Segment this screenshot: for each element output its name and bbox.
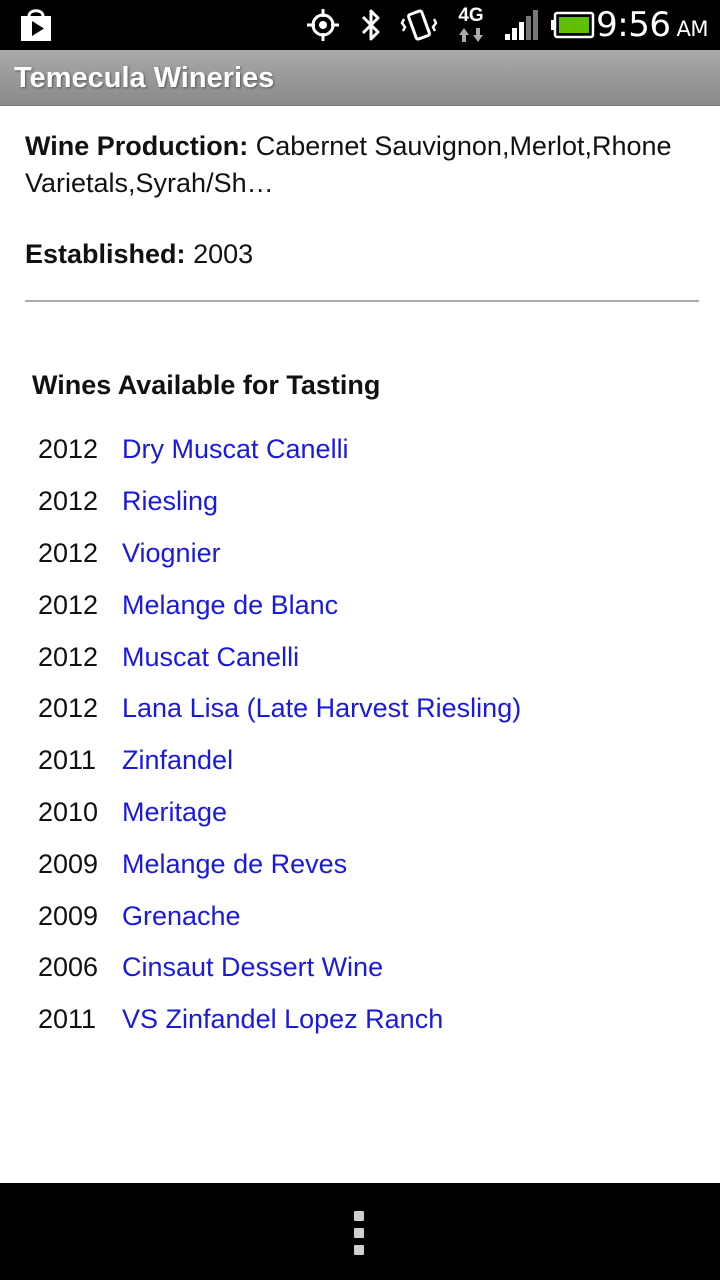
wine-item: 2012 Viognier — [38, 528, 521, 580]
overflow-menu-icon[interactable] — [354, 1211, 366, 1255]
wine-item: 2012 Riesling — [38, 476, 521, 528]
title-bar: Temecula Wineries — [0, 50, 720, 106]
wine-year: 2009 — [38, 900, 99, 931]
wine-link[interactable]: Dry Muscat Canelli — [122, 434, 349, 465]
wine-link[interactable]: Riesling — [122, 486, 218, 517]
wine-year: 2011 — [38, 745, 97, 776]
network-4g-icon: 4G — [452, 0, 490, 50]
wine-link[interactable]: Cinsaut Dessert Wine — [122, 952, 383, 983]
wine-year: 2012 — [38, 693, 99, 724]
clock-ampm: AM — [676, 17, 709, 41]
wine-list: 2012 Dry Muscat Canelli 2012 Riesling 2012… — [38, 424, 521, 1046]
wine-item: 2012 Lana Lisa (Late Harvest Riesling) — [38, 683, 521, 735]
wine-link[interactable]: Grenache — [122, 901, 241, 932]
wine-link[interactable]: Lana Lisa (Late Harvest Riesling) — [122, 693, 521, 724]
wine-year: 2012 — [38, 537, 99, 568]
wine-item: 2006 Cinsaut Dessert Wine — [38, 942, 521, 994]
wine-link[interactable]: Zinfandel — [122, 745, 233, 776]
wine-year: 2009 — [38, 848, 99, 879]
winery-details: Wine Production: Cabernet Sauvignon,Merl… — [0, 106, 720, 1183]
wine-item: 2010 Meritage — [38, 787, 521, 839]
wine-year: 2012 — [38, 434, 99, 465]
network-type-label: 4G — [458, 5, 484, 26]
vibrate-icon — [398, 0, 440, 50]
wine-item: 2012 Dry Muscat Canelli — [38, 424, 521, 476]
wine-link[interactable]: Viognier — [122, 538, 221, 569]
wine-link[interactable]: VS Zinfandel Lopez Ranch — [122, 1004, 443, 1035]
page-title: Temecula Wineries — [14, 62, 275, 94]
navigation-bar — [0, 1183, 720, 1280]
wine-year: 2012 — [38, 486, 99, 517]
wine-item: 2012 Muscat Canelli — [38, 631, 521, 683]
wine-production: Wine Production: Cabernet Sauvignon,Merl… — [25, 128, 695, 202]
wine-link[interactable]: Meritage — [122, 797, 227, 828]
wine-item: 2011 Zinfandel — [38, 735, 521, 787]
wine-production-label: Wine Production: — [25, 131, 249, 161]
divider — [25, 300, 699, 302]
established: Established: 2003 — [25, 236, 253, 273]
clock: 9:56 AM — [596, 0, 708, 50]
clock-time: 9:56 — [596, 5, 671, 45]
tasting-heading: Wines Available for Tasting — [32, 370, 381, 400]
wine-year: 2010 — [38, 796, 99, 827]
wine-item: 2012 Melange de Blanc — [38, 579, 521, 631]
wine-year: 2006 — [38, 952, 99, 983]
wine-item: 2009 Grenache — [38, 890, 521, 942]
wine-year: 2012 — [38, 589, 99, 620]
wine-link[interactable]: Muscat Canelli — [122, 642, 299, 673]
play-store-icon — [16, 0, 56, 50]
gps-icon — [305, 0, 341, 50]
wine-link[interactable]: Melange de Reves — [122, 849, 347, 880]
established-value: 2003 — [193, 239, 254, 269]
wine-year: 2011 — [38, 1004, 97, 1035]
status-bar: 4G 9:56 AM — [0, 0, 720, 50]
bluetooth-icon — [356, 0, 386, 50]
signal-icon — [502, 0, 540, 50]
battery-icon — [550, 0, 596, 50]
wine-item: 2011 VS Zinfandel Lopez Ranch — [38, 994, 521, 1046]
established-label: Established: — [25, 239, 186, 269]
wine-item: 2009 Melange de Reves — [38, 838, 521, 890]
wine-link[interactable]: Melange de Blanc — [122, 590, 338, 621]
wine-year: 2012 — [38, 641, 99, 672]
